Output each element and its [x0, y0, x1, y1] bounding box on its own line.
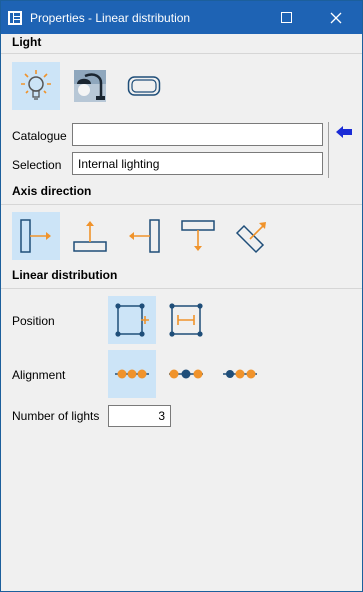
catalogue-field[interactable] [72, 123, 323, 146]
position-corner-icon [115, 303, 149, 337]
section-light-header: Light [12, 35, 42, 49]
light-type-bulb-button[interactable] [12, 62, 60, 110]
alignment-label: Alignment [12, 368, 66, 382]
axis-up-button[interactable] [66, 212, 114, 260]
section-distribution-header: Linear distribution [12, 268, 118, 282]
alignment-start-icon [169, 369, 203, 379]
window-title: Properties - Linear distribution [30, 11, 191, 25]
position-span-button[interactable] [162, 296, 210, 344]
catalogue-pick-button[interactable] [335, 125, 353, 139]
selection-field[interactable] [72, 152, 323, 175]
selection-label: Selection [12, 158, 62, 172]
alignment-centered-icon [115, 369, 149, 379]
app-icon [8, 11, 22, 25]
properties-window: Properties - Linear distribution Light C… [0, 0, 363, 592]
section-axis-header: Axis direction [12, 184, 92, 198]
light-type-panel-button[interactable] [120, 62, 168, 110]
axis-right-button[interactable] [12, 212, 60, 260]
divider [1, 204, 362, 205]
maximize-button[interactable] [263, 1, 309, 34]
alignment-centered-button[interactable] [108, 350, 156, 398]
maximize-icon [280, 12, 292, 23]
axis-diagonal-button[interactable] [228, 212, 276, 260]
number-of-lights-label: Number of lights [12, 409, 100, 423]
alignment-end-button[interactable] [216, 350, 264, 398]
catalogue-label: Catalogue [12, 129, 67, 143]
axis-left-icon [129, 219, 160, 253]
alignment-start-button[interactable] [162, 350, 210, 398]
position-corner-button[interactable] [108, 296, 156, 344]
title-bar: Properties - Linear distribution [1, 1, 362, 34]
desk-lamp-icon [74, 70, 106, 102]
number-of-lights-field[interactable] [108, 405, 171, 427]
position-span-icon [169, 303, 203, 337]
axis-up-icon [73, 221, 107, 252]
axis-down-icon [181, 220, 215, 251]
divider [1, 288, 362, 289]
divider [1, 53, 362, 54]
close-button[interactable] [313, 1, 359, 34]
position-label: Position [12, 314, 55, 328]
axis-right-icon [20, 219, 51, 253]
axis-left-button[interactable] [120, 212, 168, 260]
axis-diagonal-icon [235, 222, 266, 254]
bulb-icon [21, 70, 51, 100]
arrow-left-icon [336, 126, 352, 138]
panel-light-icon [127, 76, 161, 96]
light-type-desk-lamp-button[interactable] [66, 62, 114, 110]
divider-vertical [328, 122, 329, 178]
close-icon [330, 12, 342, 23]
axis-down-button[interactable] [174, 212, 222, 260]
properties-panel: Light Catalogue Selection Internal light… [1, 34, 362, 591]
alignment-end-icon [223, 369, 257, 379]
